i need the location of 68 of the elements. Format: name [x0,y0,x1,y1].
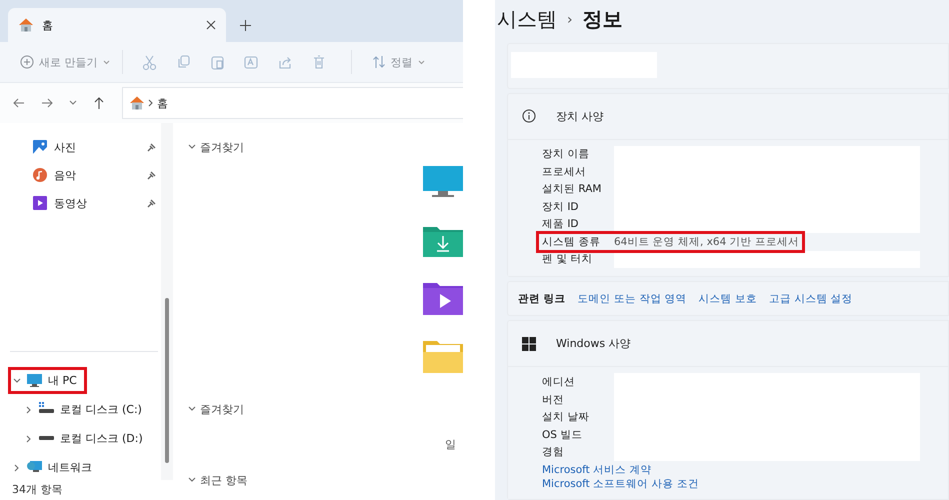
info-icon [522,109,536,124]
up-icon[interactable] [92,96,106,110]
scrollbar-thumb[interactable] [165,298,169,463]
spec-label: 장치 ID [542,200,580,214]
link[interactable]: 시스템 보호 [698,292,758,306]
link[interactable]: Microsoft 소프트웨어 사용 조건 [542,476,948,491]
caret-icon [418,58,424,66]
breadcrumb-separator: › [567,12,573,28]
spec-label: 제품 ID [542,217,580,232]
page-title[interactable]: 시스템 [497,6,557,34]
forward-icon[interactable] [40,96,54,110]
related-links-label: 관련 링크 [518,292,566,306]
chevron-down-icon[interactable] [13,376,21,384]
nav-item[interactable]: 내 PC [48,373,77,388]
status-text: 34개 항목 [11,482,64,498]
breadcrumb-item[interactable]: 홈 [157,96,168,110]
pin-icon[interactable] [147,142,156,152]
back-icon[interactable] [12,96,26,110]
plus-circle-icon [20,55,34,69]
nav-item[interactable]: 로컬 디스크 (C:) [60,402,142,417]
item-label: 일 [445,437,457,452]
spec-label: 설치된 RAM [542,182,602,196]
page-title: 정보 [582,6,623,34]
nav-item[interactable]: 로컬 디스크 (D:) [60,431,143,446]
spec-value: 64비트 운영 체제, x64 기반 프로세서 [614,234,799,249]
video-folder-icon[interactable] [423,281,463,315]
home-icon [18,17,34,33]
chevron-right-icon[interactable] [25,434,33,442]
spec-label: 펜 및 터치 [542,252,594,266]
link[interactable]: 도메인 또는 작업 영역 [578,292,687,306]
section-header[interactable]: 즐겨찾기 [188,139,463,155]
pin-icon[interactable] [147,198,156,208]
spec-label: 프로세서 [542,164,587,179]
spec-label: 시스템 종류 [542,234,602,249]
spec-label: 경험 [542,445,565,460]
music-icon [33,168,48,182]
chevron-right-icon [148,99,154,107]
spec-label: OS 빌드 [542,428,584,442]
monitor-icon [27,373,42,388]
address-bar[interactable]: 홈 [122,87,463,119]
spec-label: 장치 이름 [542,147,590,162]
link[interactable]: Microsoft 서비스 계약 [542,462,948,477]
spec-label: 버전 [542,392,565,407]
videos-icon [33,196,48,210]
pin-icon[interactable] [147,170,156,180]
sort-icon [372,55,386,69]
home-icon [129,95,145,111]
nav-item[interactable]: 동영상 [0,189,178,217]
spec-label: 에디션 [542,375,576,390]
caret-icon [102,58,110,66]
spec-label: 설치 날짜 [542,410,590,424]
close-icon[interactable] [206,20,216,30]
chevron-right-icon[interactable] [13,464,21,472]
section-title: Windows 사양 [556,336,631,352]
section-header[interactable]: 최근 항목 [188,472,463,488]
monitor-icon[interactable] [423,165,463,199]
nav-item[interactable]: 음악 [0,161,178,189]
tab[interactable]: 홈 [8,8,226,42]
network-icon [27,460,42,475]
windows-logo-icon [522,336,536,351]
new-tab-icon[interactable] [240,20,251,30]
section-title: 장치 사양 [556,108,604,124]
nav-item[interactable]: 네트워크 [48,460,92,475]
section-header[interactable]: 즐겨찾기 [188,401,463,417]
chevron-right-icon[interactable] [25,406,33,414]
nav-item[interactable]: 사진 [0,133,178,161]
link[interactable]: 고급 시스템 설정 [769,292,853,306]
photos-icon [33,140,48,154]
